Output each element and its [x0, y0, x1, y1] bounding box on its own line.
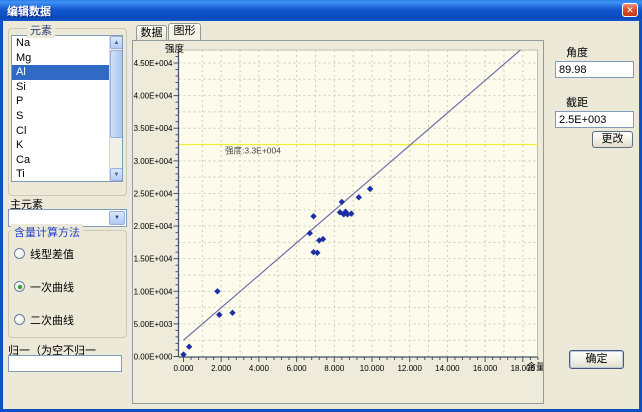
element-list[interactable]: ▲ ▼ NaMgAlSiPSClKCaTi — [11, 35, 123, 182]
x-tick-label: 0.000 — [173, 364, 194, 373]
x-tick-label: 2.000 — [211, 364, 232, 373]
scrollbar-thumb[interactable] — [110, 50, 123, 138]
chevron-down-icon[interactable]: ▼ — [109, 211, 125, 225]
y-tick-label: 5.00E+003 — [134, 320, 173, 329]
threshold-label: 强度:3.3E+004 — [225, 146, 281, 156]
list-item-k[interactable]: K — [12, 138, 110, 153]
y-tick-label: 0.00E+000 — [134, 353, 173, 362]
change-button[interactable]: 更改 — [592, 131, 633, 148]
y-tick-label: 4.00E+004 — [134, 92, 173, 101]
elements-group-label: 元素 — [27, 22, 55, 38]
angle-input[interactable] — [555, 61, 634, 78]
x-tick-label: 16.000 — [473, 364, 498, 373]
radio-1[interactable]: 线型差值 — [14, 247, 74, 260]
radio-icon[interactable] — [14, 248, 25, 259]
radio-3[interactable]: 二次曲线 — [14, 313, 74, 326]
ok-button[interactable]: 确定 — [569, 350, 624, 369]
element-list-scrollbar[interactable]: ▲ ▼ — [109, 36, 122, 181]
x-tick-label: 12.000 — [397, 364, 422, 373]
radio-2[interactable]: 一次曲线 — [14, 280, 74, 293]
y-tick-label: 1.00E+004 — [134, 287, 173, 296]
edit-data-dialog: 编辑数据 ✕ 元素 ▲ ▼ NaMgAlSiPSClKCaTi 主元素 ▼ 含量… — [0, 0, 642, 412]
y-tick-label: 2.50E+004 — [134, 189, 173, 198]
radio-label: 一次曲线 — [30, 279, 74, 295]
list-item-ti[interactable]: Ti — [12, 167, 110, 182]
radio-label: 线型差值 — [30, 246, 74, 262]
y-tick-label: 1.50E+004 — [134, 255, 173, 264]
list-item-si[interactable]: Si — [12, 80, 110, 95]
list-item-p[interactable]: P — [12, 94, 110, 109]
y-tick-label: 3.00E+004 — [134, 157, 173, 166]
list-item-na[interactable]: Na — [12, 36, 110, 51]
calibration-chart: 强度:3.3E+004 0.000 2.000 4.000 6.000 8.000 10.0… — [133, 41, 543, 403]
x-tick-label: 10.000 — [360, 364, 385, 373]
x-tick-label: 14.000 — [435, 364, 460, 373]
scroll-up-icon[interactable]: ▲ — [110, 36, 123, 49]
window-border — [0, 21, 3, 412]
tab-graph[interactable]: 图形 — [168, 23, 201, 40]
x-tick-label: 6.000 — [287, 364, 308, 373]
x-tick-label: 4.000 — [249, 364, 270, 373]
radio-icon[interactable] — [14, 314, 25, 325]
list-item-al[interactable]: Al — [12, 65, 110, 80]
x-tick-label: 8.000 — [324, 364, 345, 373]
list-item-cl[interactable]: Cl — [12, 124, 110, 139]
window-title: 编辑数据 — [7, 3, 51, 19]
y-tick-label: 4.50E+004 — [134, 59, 173, 68]
y-tick-label: 3.50E+004 — [134, 124, 173, 133]
y-tick-label: 2.00E+004 — [134, 222, 173, 231]
x-axis-title: 含量 — [527, 361, 544, 373]
method-group-label: 含量计算方法 — [11, 224, 83, 240]
close-icon[interactable]: ✕ — [622, 3, 638, 17]
normalize-input[interactable] — [8, 355, 122, 372]
title-bar: 编辑数据 ✕ — [0, 0, 642, 21]
radio-label: 二次曲线 — [30, 312, 74, 328]
angle-label: 角度 — [566, 44, 588, 60]
tab-data[interactable]: 数据 — [136, 25, 167, 40]
intercept-input[interactable] — [555, 111, 634, 128]
list-item-ca[interactable]: Ca — [12, 153, 110, 168]
scroll-down-icon[interactable]: ▼ — [110, 168, 123, 181]
radio-selected-icon[interactable] — [14, 281, 25, 292]
list-item-s[interactable]: S — [12, 109, 110, 124]
y-axis-title: 强度 — [165, 43, 185, 55]
intercept-label: 截距 — [566, 94, 588, 110]
list-item-mg[interactable]: Mg — [12, 51, 110, 66]
